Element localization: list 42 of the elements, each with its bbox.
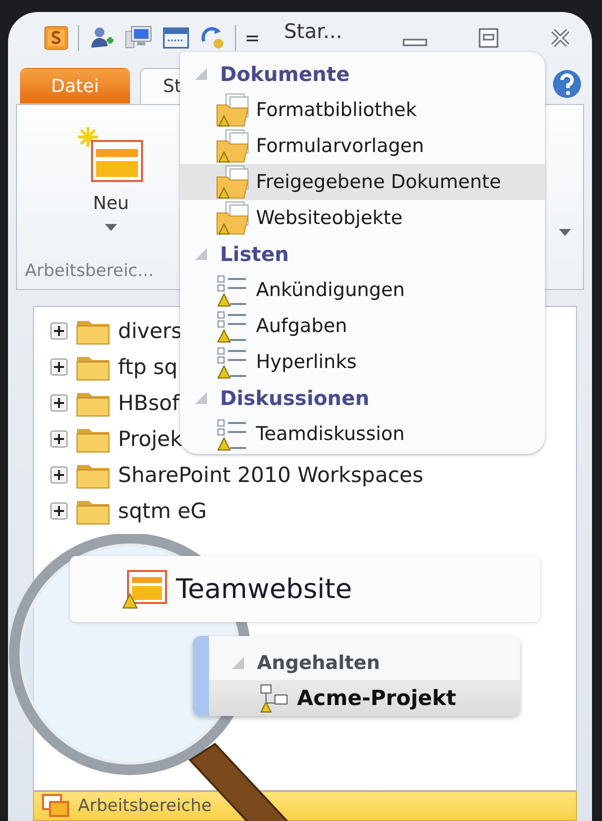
- new-button[interactable]: Neu: [59, 123, 163, 235]
- document-folder-icon: [216, 93, 250, 127]
- tree-item[interactable]: SharePoint 2010 Workspaces: [118, 463, 424, 487]
- close-icon[interactable]: [549, 26, 572, 50]
- app-logo-icon[interactable]: [44, 23, 68, 53]
- tree-item[interactable]: divers: [118, 319, 182, 343]
- team-site-icon: [122, 569, 168, 609]
- window-title: Star...: [284, 19, 342, 43]
- document-folder-icon: [216, 129, 250, 163]
- new-workspace-icon: [78, 127, 144, 183]
- workspaces-icon: [42, 794, 70, 818]
- expander-icon[interactable]: [50, 394, 68, 412]
- team-website-label: Teamwebsite: [176, 574, 352, 604]
- help-icon[interactable]: [552, 69, 582, 99]
- section-heading: Listen: [220, 242, 289, 266]
- workspaces-bar[interactable]: Arbeitsbereiche: [33, 791, 577, 821]
- menu-item[interactable]: Ankündigungen: [180, 272, 545, 308]
- menu-item[interactable]: Teamdiskussion: [180, 416, 545, 452]
- expander-icon[interactable]: [50, 358, 68, 376]
- menu-item[interactable]: Freigegebene Dokumente: [180, 164, 545, 200]
- section-heading: Dokumente: [220, 62, 350, 86]
- group-label: Arbeitsbereic...: [24, 261, 155, 283]
- dropdown-arrow-icon[interactable]: [559, 229, 571, 236]
- section-heading: Angehalten: [257, 652, 380, 674]
- tree-item[interactable]: sqtm eG: [118, 499, 207, 523]
- network-icon: [259, 683, 289, 713]
- document-folder-icon: [216, 165, 250, 199]
- tree-item[interactable]: ftp sq: [118, 355, 178, 379]
- caret-icon: [105, 224, 117, 231]
- expander-icon[interactable]: [50, 322, 68, 340]
- menu-item[interactable]: Hyperlinks: [180, 344, 545, 380]
- section-heading: Diskussionen: [220, 386, 370, 410]
- expander-icon[interactable]: [50, 466, 68, 484]
- expander-icon[interactable]: [50, 502, 68, 520]
- document-folder-icon: [216, 201, 250, 235]
- menu-item[interactable]: Websiteobjekte: [180, 200, 545, 236]
- expander-icon[interactable]: [50, 430, 68, 448]
- tree-item[interactable]: HBsof: [118, 391, 180, 415]
- tree-item[interactable]: Projek: [118, 427, 182, 451]
- workspace-item[interactable]: Acme-Projekt: [209, 680, 520, 716]
- menu-item[interactable]: Formularvorlagen: [180, 128, 545, 164]
- menu-item[interactable]: Aufgaben: [180, 308, 545, 344]
